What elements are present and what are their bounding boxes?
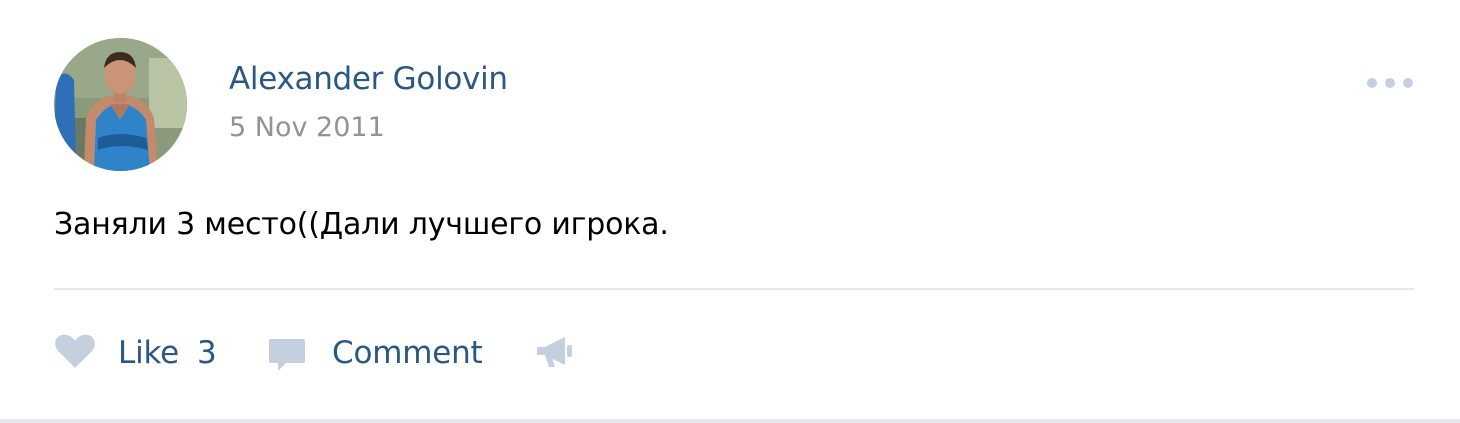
author-name[interactable]: Alexander Golovin [229, 61, 508, 97]
avatar[interactable] [54, 38, 187, 171]
comment-button[interactable]: Comment [268, 328, 483, 378]
share-button[interactable] [535, 328, 575, 378]
like-label: Like [118, 335, 180, 371]
heart-icon [54, 333, 96, 373]
more-dots-icon[interactable] [1360, 68, 1420, 98]
post-bottom-border [0, 419, 1460, 423]
like-count: 3 [197, 335, 217, 371]
wall-post: Alexander Golovin 5 Nov 2011 Заняли 3 ме… [0, 0, 1460, 423]
post-text: Заняли 3 место((Дали лучшего игрока. [54, 207, 669, 242]
avatar-photo [54, 38, 187, 171]
megaphone-icon [535, 331, 575, 375]
comment-bubble-icon [268, 337, 306, 377]
divider [54, 288, 1414, 290]
post-date[interactable]: 5 Nov 2011 [229, 112, 385, 143]
comment-label: Comment [332, 335, 483, 371]
like-button[interactable]: Like 3 [54, 328, 217, 378]
